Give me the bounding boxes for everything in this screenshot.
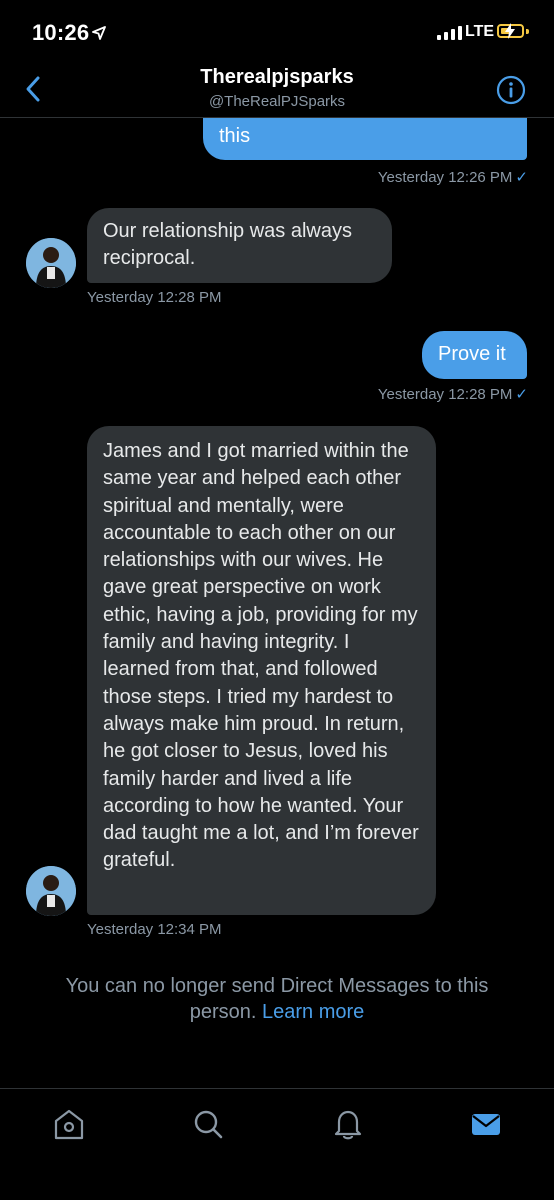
avatar[interactable] [26, 866, 76, 916]
notifications-icon[interactable] [331, 1107, 365, 1141]
location-arrow-icon [92, 26, 106, 40]
search-icon[interactable] [191, 1107, 225, 1141]
profile-photo-icon [26, 238, 76, 288]
message-text: this [219, 125, 251, 147]
message-bubble-received[interactable]: Our relationship was always reciprocal. [87, 208, 392, 283]
messages-icon[interactable] [469, 1107, 503, 1141]
charging-bolt-icon [505, 23, 515, 39]
info-icon[interactable] [496, 75, 526, 105]
conversation-title[interactable]: Therealpjsparks [0, 66, 554, 89]
conversation-handle: @TheRealPJSparks [208, 93, 346, 110]
message-bubble-sent[interactable]: this [203, 118, 527, 160]
message-text: James and I got married within the same … [103, 440, 419, 872]
battery-tip [526, 29, 529, 34]
avatar[interactable] [26, 238, 76, 288]
message-bubble-received[interactable]: James and I got married within the same … [87, 426, 436, 915]
home-icon[interactable] [52, 1107, 86, 1141]
status-bar: 10:26 LTE [0, 0, 554, 62]
message-timestamp: Yesterday 12:28 PM [87, 289, 222, 306]
message-text: Prove it [438, 343, 506, 365]
tab-bar [0, 1088, 554, 1200]
profile-photo-icon [26, 866, 76, 916]
read-check-icon: ✓ [515, 169, 528, 186]
network-label: LTE [465, 23, 495, 40]
message-text: Our relationship was always reciprocal. [103, 220, 352, 270]
status-time: 10:26 [32, 20, 90, 45]
message-timestamp: Yesterday 12:26 PM ✓ [377, 169, 528, 186]
conversation-header: Therealpjsparks @TheRealPJSparks [0, 62, 554, 118]
message-thread[interactable]: this Yesterday 12:26 PM ✓ Our relationshi… [0, 118, 554, 1088]
message-timestamp: Yesterday 12:28 PM ✓ [377, 386, 528, 403]
message-timestamp: Yesterday 12:34 PM [87, 921, 222, 938]
read-check-icon: ✓ [515, 386, 528, 403]
signal-icon [437, 26, 462, 40]
dm-disabled-notice: You can no longer send Direct Messages t… [30, 973, 524, 1025]
message-bubble-sent[interactable]: Prove it [422, 331, 527, 379]
learn-more-link[interactable]: Learn more [262, 1001, 364, 1023]
